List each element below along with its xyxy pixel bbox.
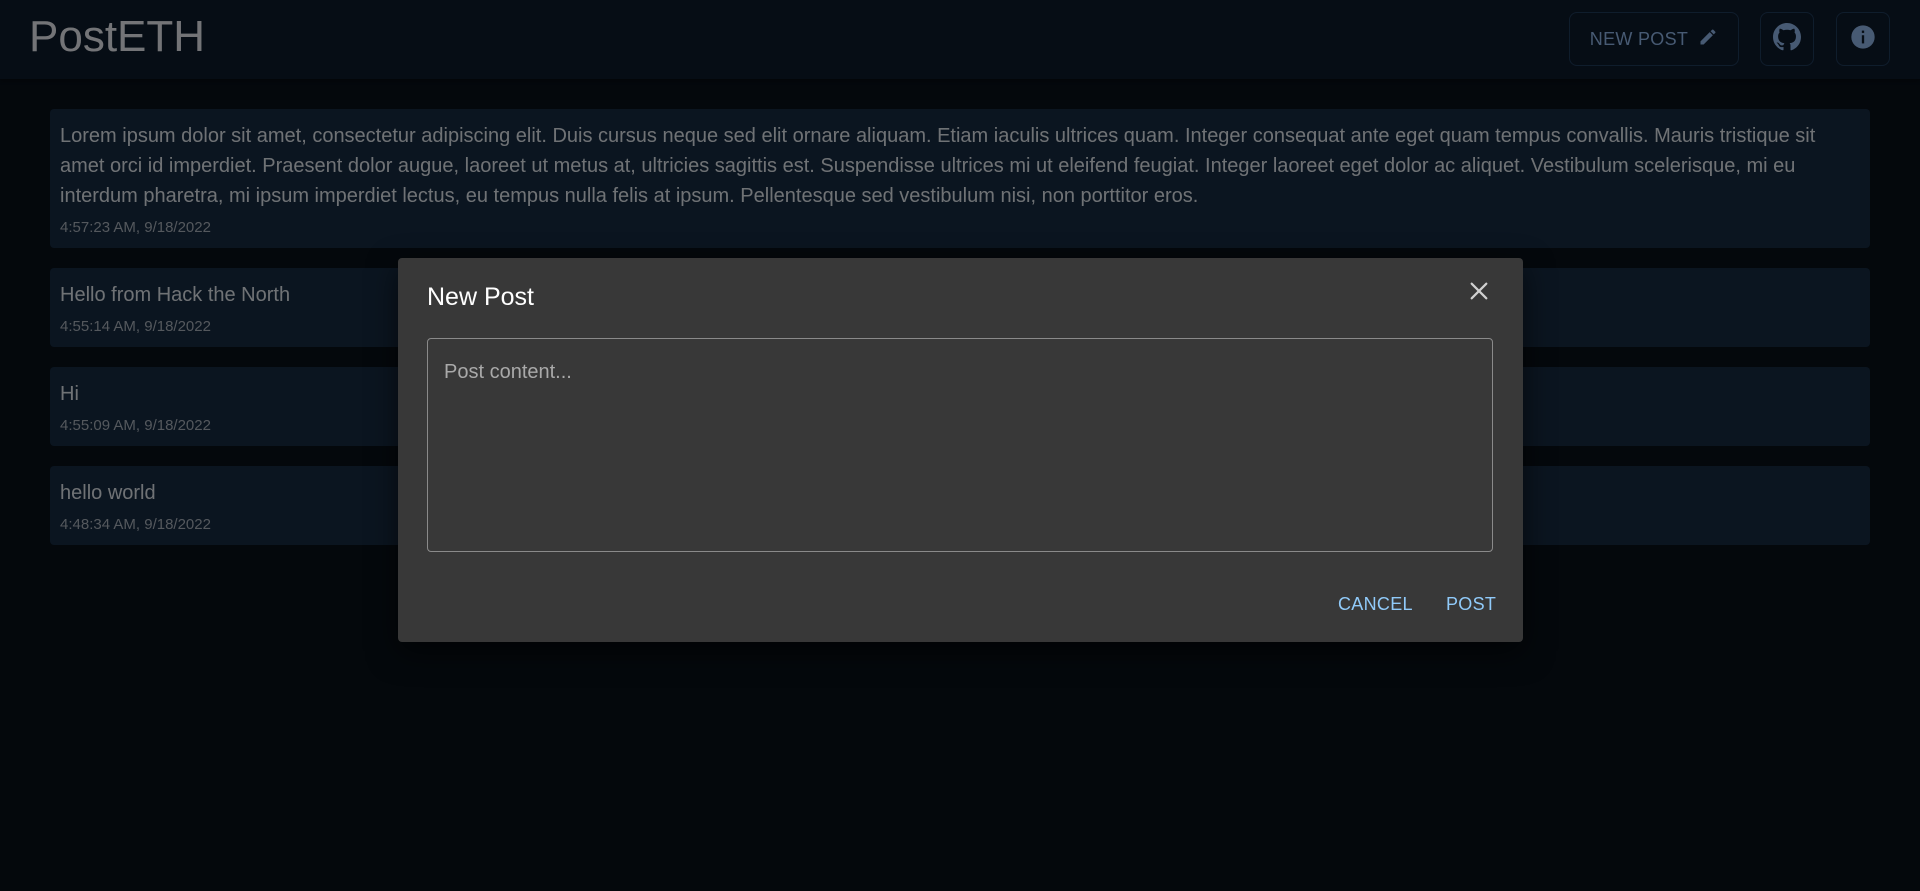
cancel-button[interactable]: CANCEL <box>1338 584 1413 624</box>
close-button[interactable] <box>1464 278 1494 308</box>
post-button[interactable]: POST <box>1446 584 1496 624</box>
dialog-title: New Post <box>427 283 534 311</box>
close-icon <box>1468 280 1490 307</box>
dialog-actions: CANCEL POST <box>398 584 1523 624</box>
new-post-dialog: New Post CANCEL POST <box>398 258 1523 642</box>
post-content-field <box>427 338 1493 552</box>
app-root: PostETH NEW POST Lorem ipsum dolor sit a… <box>0 0 1920 891</box>
post-content-input[interactable] <box>428 339 1492 551</box>
